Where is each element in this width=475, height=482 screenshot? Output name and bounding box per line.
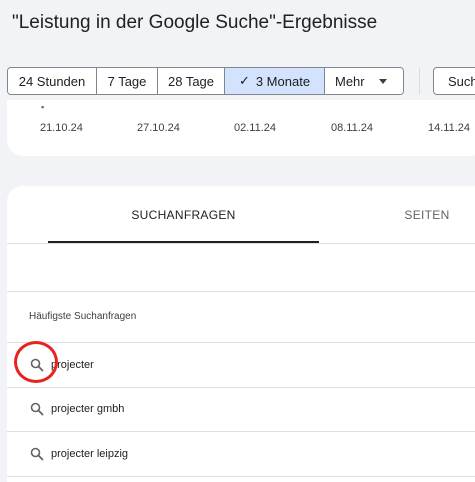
query-text: projecter gmbh <box>51 403 125 415</box>
range-24h-button[interactable]: 24 Stunden <box>8 68 97 94</box>
tab-queries[interactable]: SUCHANFRAGEN <box>48 186 319 244</box>
range-28d-label: 28 Tage <box>167 73 215 89</box>
x-axis-label: 14.11.24 <box>428 122 471 134</box>
divider <box>7 243 475 244</box>
table-row[interactable]: projecter gmbh <box>7 387 475 431</box>
x-axis-label: 21.10.24 <box>40 122 83 134</box>
range-28d-button[interactable]: 28 Tage <box>158 68 225 94</box>
highlight-annotation-circle <box>14 341 58 383</box>
page-title: "Leistung in der Google Suche"-Ergebniss… <box>12 12 378 33</box>
search-icon <box>30 402 44 416</box>
search-icon <box>30 447 44 461</box>
search-type-label: Such <box>448 73 475 89</box>
tab-pages-label: SEITEN <box>404 208 450 222</box>
query-text: projecter leipzig <box>51 448 129 460</box>
x-axis-label: 08.11.24 <box>331 122 374 134</box>
toolbar-divider <box>419 68 420 94</box>
range-more-button[interactable]: Mehr <box>325 68 403 94</box>
range-3m-button[interactable]: ✓ 3 Monate <box>225 68 325 94</box>
column-header-top-queries[interactable]: Häufigste Suchanfragen <box>29 311 136 322</box>
x-axis-label: 02.11.24 <box>234 122 277 134</box>
chevron-down-icon <box>378 78 387 84</box>
tab-pages[interactable]: SEITEN <box>367 186 475 244</box>
date-range-selector: 24 Stunden 7 Tage 28 Tage ✓ 3 Monate Meh… <box>7 67 404 95</box>
range-more-label: Mehr <box>335 73 365 89</box>
x-axis-label: 27.10.24 <box>137 122 180 134</box>
results-table-card: SUCHANFRAGEN SEITEN Häufigste Suchanfrag… <box>7 186 475 482</box>
performance-chart: ▪ 21.10.24 27.10.24 02.11.24 08.11.24 14… <box>7 100 475 156</box>
check-icon: ✓ <box>238 73 250 88</box>
divider <box>7 476 475 477</box>
table-row[interactable]: projecter leipzig <box>7 432 475 476</box>
range-7d-label: 7 Tage <box>107 73 147 89</box>
axis-tick: ▪ <box>41 102 45 112</box>
range-24h-label: 24 Stunden <box>18 73 86 89</box>
divider <box>7 291 475 292</box>
search-type-button[interactable]: Such <box>433 67 475 95</box>
range-3m-label: 3 Monate <box>255 73 311 89</box>
tab-queries-label: SUCHANFRAGEN <box>131 208 236 222</box>
table-row[interactable]: projecter <box>7 343 475 387</box>
range-7d-button[interactable]: 7 Tage <box>97 68 158 94</box>
